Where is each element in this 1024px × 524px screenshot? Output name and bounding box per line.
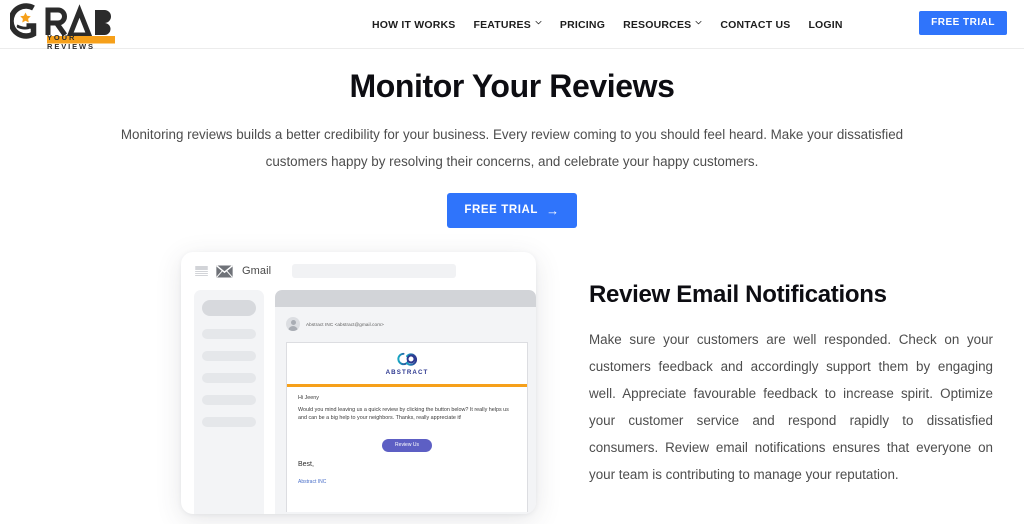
email-greeting: Hi Jeeny <box>298 394 319 401</box>
gmail-wordmark: Gmail <box>242 265 272 278</box>
sidebar-item-placeholder[interactable] <box>202 329 256 340</box>
nav-label: RESOURCES <box>623 18 692 31</box>
nav-label: PRICING <box>559 18 606 31</box>
abstract-logo-icon <box>397 353 418 367</box>
email-brand-name: ABSTRACT <box>385 369 429 377</box>
message-toolbar-placeholder <box>275 290 536 308</box>
chevron-down-icon <box>695 20 702 27</box>
nav-item-how-it-works[interactable]: HOW IT WORKS <box>372 19 464 31</box>
avatar <box>286 317 300 332</box>
email-signature-block: Best, Abstract INC <box>287 452 527 488</box>
gmail-sidebar <box>194 290 264 515</box>
hero-free-trial-button[interactable]: FREE TRIAL → <box>447 193 577 229</box>
sidebar-item-placeholder[interactable] <box>202 351 256 362</box>
email-paragraph: Would you mind leaving us a quick review… <box>298 406 509 421</box>
main-navigation: HOW IT WORKS FEATURES PRICING RESOURCES … <box>372 0 852 49</box>
nav-label: LOGIN <box>808 18 843 31</box>
compose-button-placeholder[interactable] <box>202 300 256 317</box>
hero-cta-label: FREE TRIAL <box>464 204 539 217</box>
logo-tagline: YOUR REVIEWS <box>47 33 95 51</box>
page-title: Monitor Your Reviews <box>349 68 675 104</box>
nav-item-features[interactable]: FEATURES <box>464 19 550 31</box>
gmail-mockup-card: Gmail Abstract INC <abstract@gmail.com> <box>181 252 536 515</box>
email-content-card: ABSTRACT Hi Jeeny Would you mind leaving… <box>286 342 528 513</box>
email-signature-link[interactable]: Abstract INC <box>298 479 326 485</box>
nav-item-contact-us[interactable]: CONTACT US <box>711 19 799 31</box>
hamburger-menu-icon[interactable] <box>195 266 208 277</box>
nav-item-login[interactable]: LOGIN <box>799 19 851 31</box>
email-brand-header: ABSTRACT <box>287 343 527 381</box>
sidebar-item-placeholder[interactable] <box>202 417 256 428</box>
email-message-body: Hi Jeeny Would you mind leaving us a qui… <box>287 387 527 422</box>
section-title: Review Email Notifications <box>589 281 887 309</box>
sidebar-item-placeholder[interactable] <box>202 373 256 384</box>
header-free-trial-button[interactable]: FREE TRIAL <box>919 11 1007 35</box>
site-logo[interactable]: YOUR REVIEWS <box>8 3 115 51</box>
nav-label: FEATURES <box>473 18 531 31</box>
email-cta-wrap: Review Us <box>287 433 527 453</box>
sidebar-item-placeholder[interactable] <box>202 395 256 406</box>
nav-item-resources[interactable]: RESOURCES <box>614 19 711 31</box>
gmail-body: Abstract INC <abstract@gmail.com> ABSTRA… <box>181 290 536 515</box>
envelope-icon <box>216 265 233 278</box>
email-sender-address: Abstract INC <abstract@gmail.com> <box>306 321 384 327</box>
arrow-right-icon: → <box>546 203 560 219</box>
chevron-down-icon <box>535 20 542 27</box>
review-us-button[interactable]: Review Us <box>382 439 432 453</box>
gmail-topbar: Gmail <box>181 252 536 290</box>
hero-section: Monitor Your Reviews Monitoring reviews … <box>0 49 1024 229</box>
email-sender-row: Abstract INC <abstract@gmail.com> <box>275 307 536 332</box>
feature-text-column: Review Email Notifications Make sure you… <box>589 281 993 488</box>
hero-subtitle: Monitoring reviews builds a better credi… <box>120 127 904 170</box>
nav-label: CONTACT US <box>720 18 791 31</box>
gmail-search-input[interactable] <box>292 264 457 279</box>
site-header: YOUR REVIEWS HOW IT WORKS FEATURES PRICI… <box>0 0 1024 51</box>
feature-section: Gmail Abstract INC <abstract@gmail.com> <box>0 246 1024 524</box>
nav-item-pricing[interactable]: PRICING <box>551 19 614 31</box>
email-signoff: Best, <box>298 461 314 469</box>
nav-label: HOW IT WORKS <box>372 18 456 31</box>
gmail-message-pane: Abstract INC <abstract@gmail.com> ABSTRA… <box>275 290 536 515</box>
section-paragraph: Make sure your customers are well respon… <box>589 332 993 483</box>
